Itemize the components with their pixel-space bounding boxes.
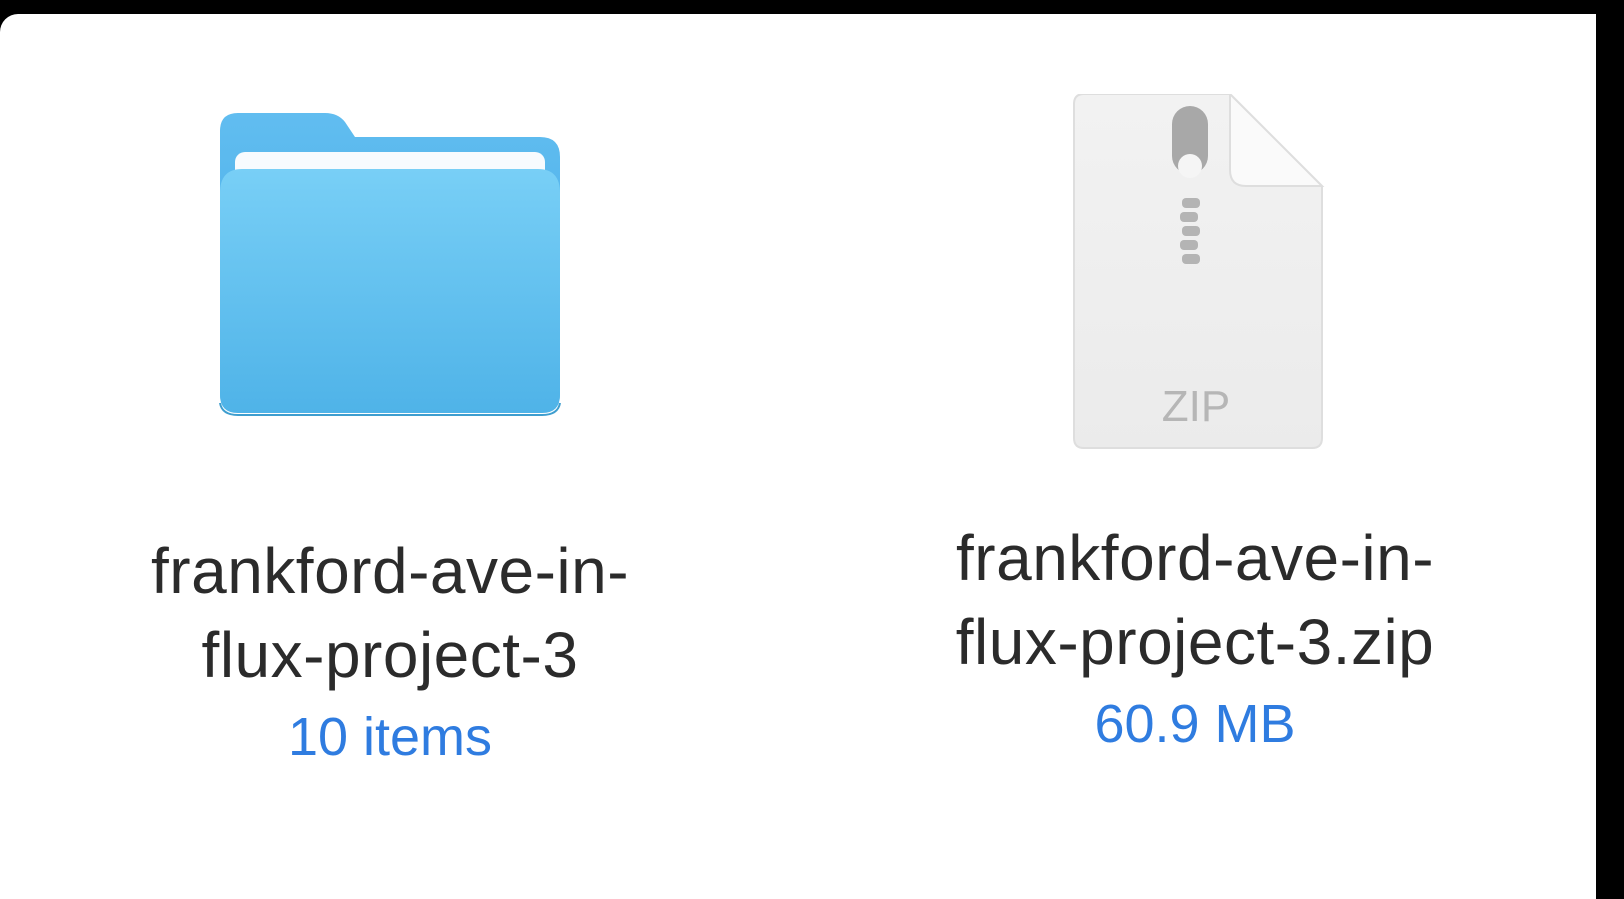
folder-name: frankford-ave-in- flux-project-3 (40, 529, 740, 697)
zip-file-name-line-2: flux-project-3.zip (955, 606, 1435, 678)
zip-file-size: 60.9 MB (1094, 694, 1296, 754)
finder-file-grid: frankford-ave-in- flux-project-3 10 item… (0, 14, 1624, 899)
screenshot-stage: frankford-ave-in- flux-project-3 10 item… (0, 0, 1624, 899)
zip-file-name-line-1: frankford-ave-in- (956, 522, 1434, 594)
screen-edge (1596, 0, 1624, 899)
folder-item[interactable]: frankford-ave-in- flux-project-3 10 item… (40, 109, 740, 771)
zip-file-name: frankford-ave-in- flux-project-3.zip (855, 516, 1535, 684)
folder-name-line-1: frankford-ave-in- (151, 535, 629, 607)
zip-icon-label: ZIP (1162, 382, 1230, 431)
zip-file-item[interactable]: ZIP frankford-ave-in- flux-project-3.zip… (855, 94, 1535, 758)
folder-icon (200, 109, 580, 429)
zip-file-icon: ZIP (1060, 94, 1330, 454)
folder-name-line-2: flux-project-3 (201, 619, 579, 691)
folder-item-count: 10 items (287, 707, 493, 767)
